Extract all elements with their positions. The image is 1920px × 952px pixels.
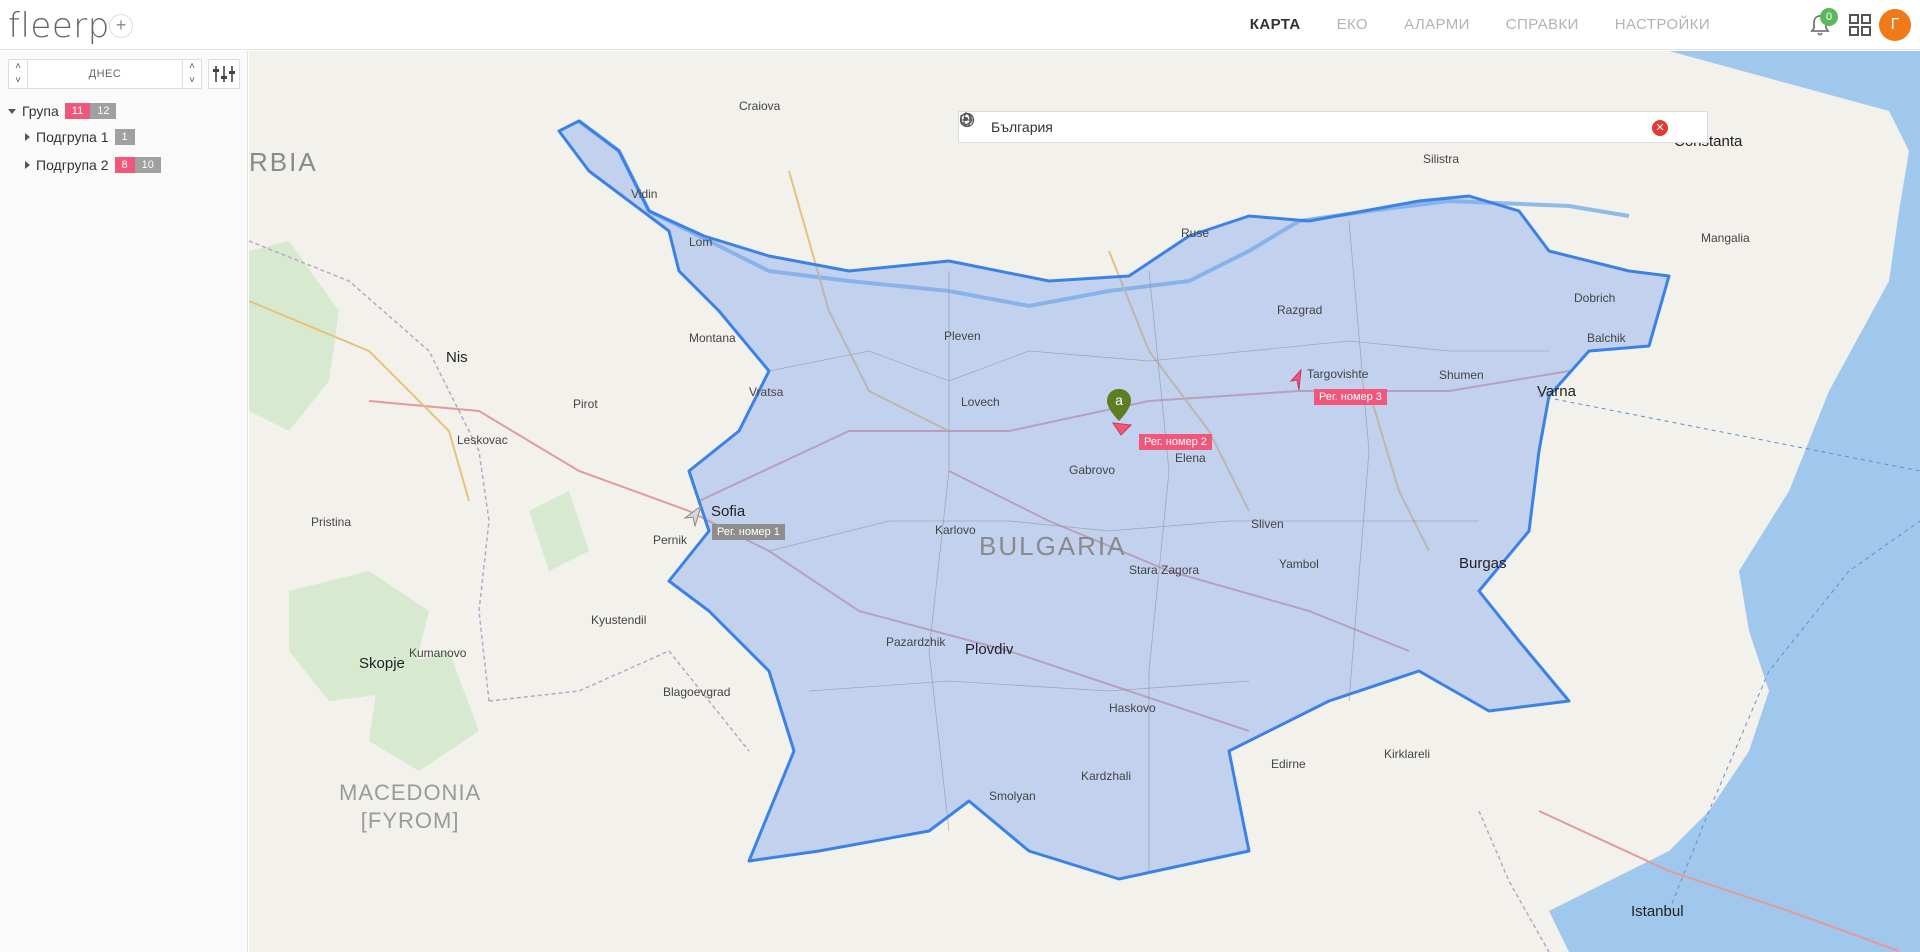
map-city: Pazardzhik (886, 635, 946, 649)
map-city: Vratsa (749, 385, 784, 399)
map-city: Silistra (1423, 152, 1460, 166)
map-city: Pleven (944, 329, 981, 343)
top-bar: fleerp + КАРТА ЕКО АЛАРМИ СПРАВКИ НАСТРО… (0, 0, 1920, 50)
map-city: Kirklareli (1384, 747, 1431, 761)
subgroup-2-count-badge: 10 (134, 157, 161, 173)
map-city: Burgas (1459, 555, 1507, 572)
map-city: Nis (446, 349, 468, 366)
map-city: Karlovo (935, 523, 976, 537)
map-city: Ruse (1181, 226, 1210, 240)
map-city: Skopje (359, 655, 405, 672)
map-city: Leskovac (457, 433, 508, 447)
nav-map[interactable]: КАРТА (1250, 16, 1301, 33)
map-city: Blagoevgrad (663, 685, 731, 699)
caret-right-icon[interactable] (25, 133, 30, 141)
tree-subgroup-2[interactable]: Подгрупа 2 8 10 (25, 157, 161, 173)
map-city: Dobrich (1574, 291, 1616, 305)
map-city: Montana (689, 331, 736, 345)
map-city: Sofia (711, 503, 746, 520)
map-city: Balchik (1587, 331, 1626, 345)
map-city: Elena (1175, 451, 1206, 465)
group-count-badge: 12 (90, 103, 117, 119)
map-city: Edirne (1271, 757, 1306, 771)
nav-reports[interactable]: СПРАВКИ (1506, 16, 1579, 33)
vehicle-2-label[interactable]: Рег. номер 2 (1139, 434, 1212, 450)
nav-eco[interactable]: ЕКО (1337, 16, 1368, 33)
map-city: Kumanovo (409, 646, 467, 660)
map-city: Lom (689, 235, 713, 249)
nav-settings[interactable]: НАСТРОЙКИ (1615, 16, 1710, 33)
map-search-value[interactable]: България (991, 119, 1053, 135)
map-city: Gabrovo (1069, 463, 1116, 477)
nav-alarms[interactable]: АЛАРМИ (1404, 16, 1470, 33)
map-city: Pirot (573, 397, 598, 411)
map-city: Kardzhali (1081, 769, 1132, 783)
map-city: Stara Zagora (1129, 563, 1200, 577)
date-control: ˄ ˅ ДНЕС ˄ ˅ (8, 59, 202, 89)
map-label-macedonia-line2: [FYROM] (360, 808, 460, 833)
user-avatar[interactable]: Г (1879, 9, 1911, 41)
map-city: Sliven (1251, 517, 1284, 531)
tree-subgroup-2-label: Подгрупа 2 (36, 157, 109, 173)
chevron-down-icon[interactable]: ˅ (9, 74, 27, 88)
tree-group-label: Група (22, 103, 59, 119)
date-stepper-right[interactable]: ˄ ˅ (182, 59, 202, 89)
map-city: Pernik (653, 533, 688, 547)
map-city: Targovishte (1307, 367, 1369, 381)
date-stepper-left[interactable]: ˄ ˅ (8, 59, 28, 89)
subgroup-1-count-badge: 1 (114, 129, 135, 145)
tree-group[interactable]: Група 11 12 (8, 103, 117, 119)
marker-letter: a (1115, 392, 1123, 408)
map-city: Smolyan (989, 789, 1036, 803)
tree-subgroup-1[interactable]: Подгрупа 1 1 (25, 129, 135, 145)
chevron-up-icon[interactable]: ˄ (183, 60, 201, 74)
main-nav: КАРТА ЕКО АЛАРМИ СПРАВКИ НАСТРОЙКИ (1250, 16, 1710, 33)
vehicle-2-arrow-icon[interactable] (1111, 421, 1133, 437)
map-base-layer (249, 51, 1920, 952)
clear-search-button[interactable]: ✕ (1652, 120, 1668, 136)
caret-right-icon[interactable] (25, 161, 30, 169)
map-city: Vidin (631, 187, 658, 201)
map-label-serbia: RBIA (249, 147, 318, 177)
map-canvas[interactable]: BULGARIA RBIA MACEDONIA [FYROM] Craiova … (249, 51, 1920, 952)
map-search-box[interactable]: България ✕ (958, 111, 1708, 143)
chevron-up-icon[interactable]: ˄ (9, 60, 27, 74)
caret-down-icon[interactable] (8, 108, 16, 114)
vehicle-1-arrow-icon[interactable] (683, 505, 703, 527)
tree-subgroup-1-label: Подгрупа 1 (36, 129, 109, 145)
map-city: Pristina (311, 515, 352, 529)
vehicle-3-label[interactable]: Рег. номер 3 (1314, 389, 1387, 405)
map-city: Craiova (739, 99, 781, 113)
map-city: Shumen (1439, 368, 1484, 382)
map-city: Plovdiv (965, 641, 1014, 658)
app-logo[interactable]: fleerp (8, 6, 110, 46)
map-city: Haskovo (1109, 701, 1156, 715)
map-city: Lovech (961, 395, 1000, 409)
map-label-macedonia-line1: MACEDONIA (339, 780, 482, 805)
date-field[interactable]: ДНЕС (28, 59, 182, 89)
add-button[interactable]: + (109, 14, 133, 38)
map-city: Varna (1537, 383, 1576, 400)
map-city: Razgrad (1277, 303, 1323, 317)
apps-grid-icon[interactable] (1849, 14, 1871, 36)
map-city: Yambol (1279, 557, 1319, 571)
map-label-bulgaria: BULGARIA (979, 531, 1127, 561)
group-alert-badge: 11 (64, 103, 91, 119)
vehicle-3-arrow-icon[interactable] (1289, 369, 1305, 391)
map-city: Mangalia (1701, 231, 1750, 245)
vehicle-1-label[interactable]: Рег. номер 1 (712, 524, 785, 540)
globe-icon[interactable] (959, 112, 975, 128)
map-label-macedonia: MACEDONIA [FYROM] (339, 779, 481, 835)
notification-count-badge: 0 (1820, 8, 1838, 26)
map-city: Istanbul (1631, 903, 1684, 920)
sliders-icon (213, 66, 235, 82)
sidebar: ˄ ˅ ДНЕС ˄ ˅ Група 11 12 Подгрупа 1 1 По… (0, 51, 248, 952)
subgroup-2-alert-badge: 8 (114, 157, 135, 173)
filter-settings-button[interactable] (208, 59, 240, 89)
map-city: Kyustendil (591, 613, 647, 627)
chevron-down-icon[interactable]: ˅ (183, 74, 201, 88)
